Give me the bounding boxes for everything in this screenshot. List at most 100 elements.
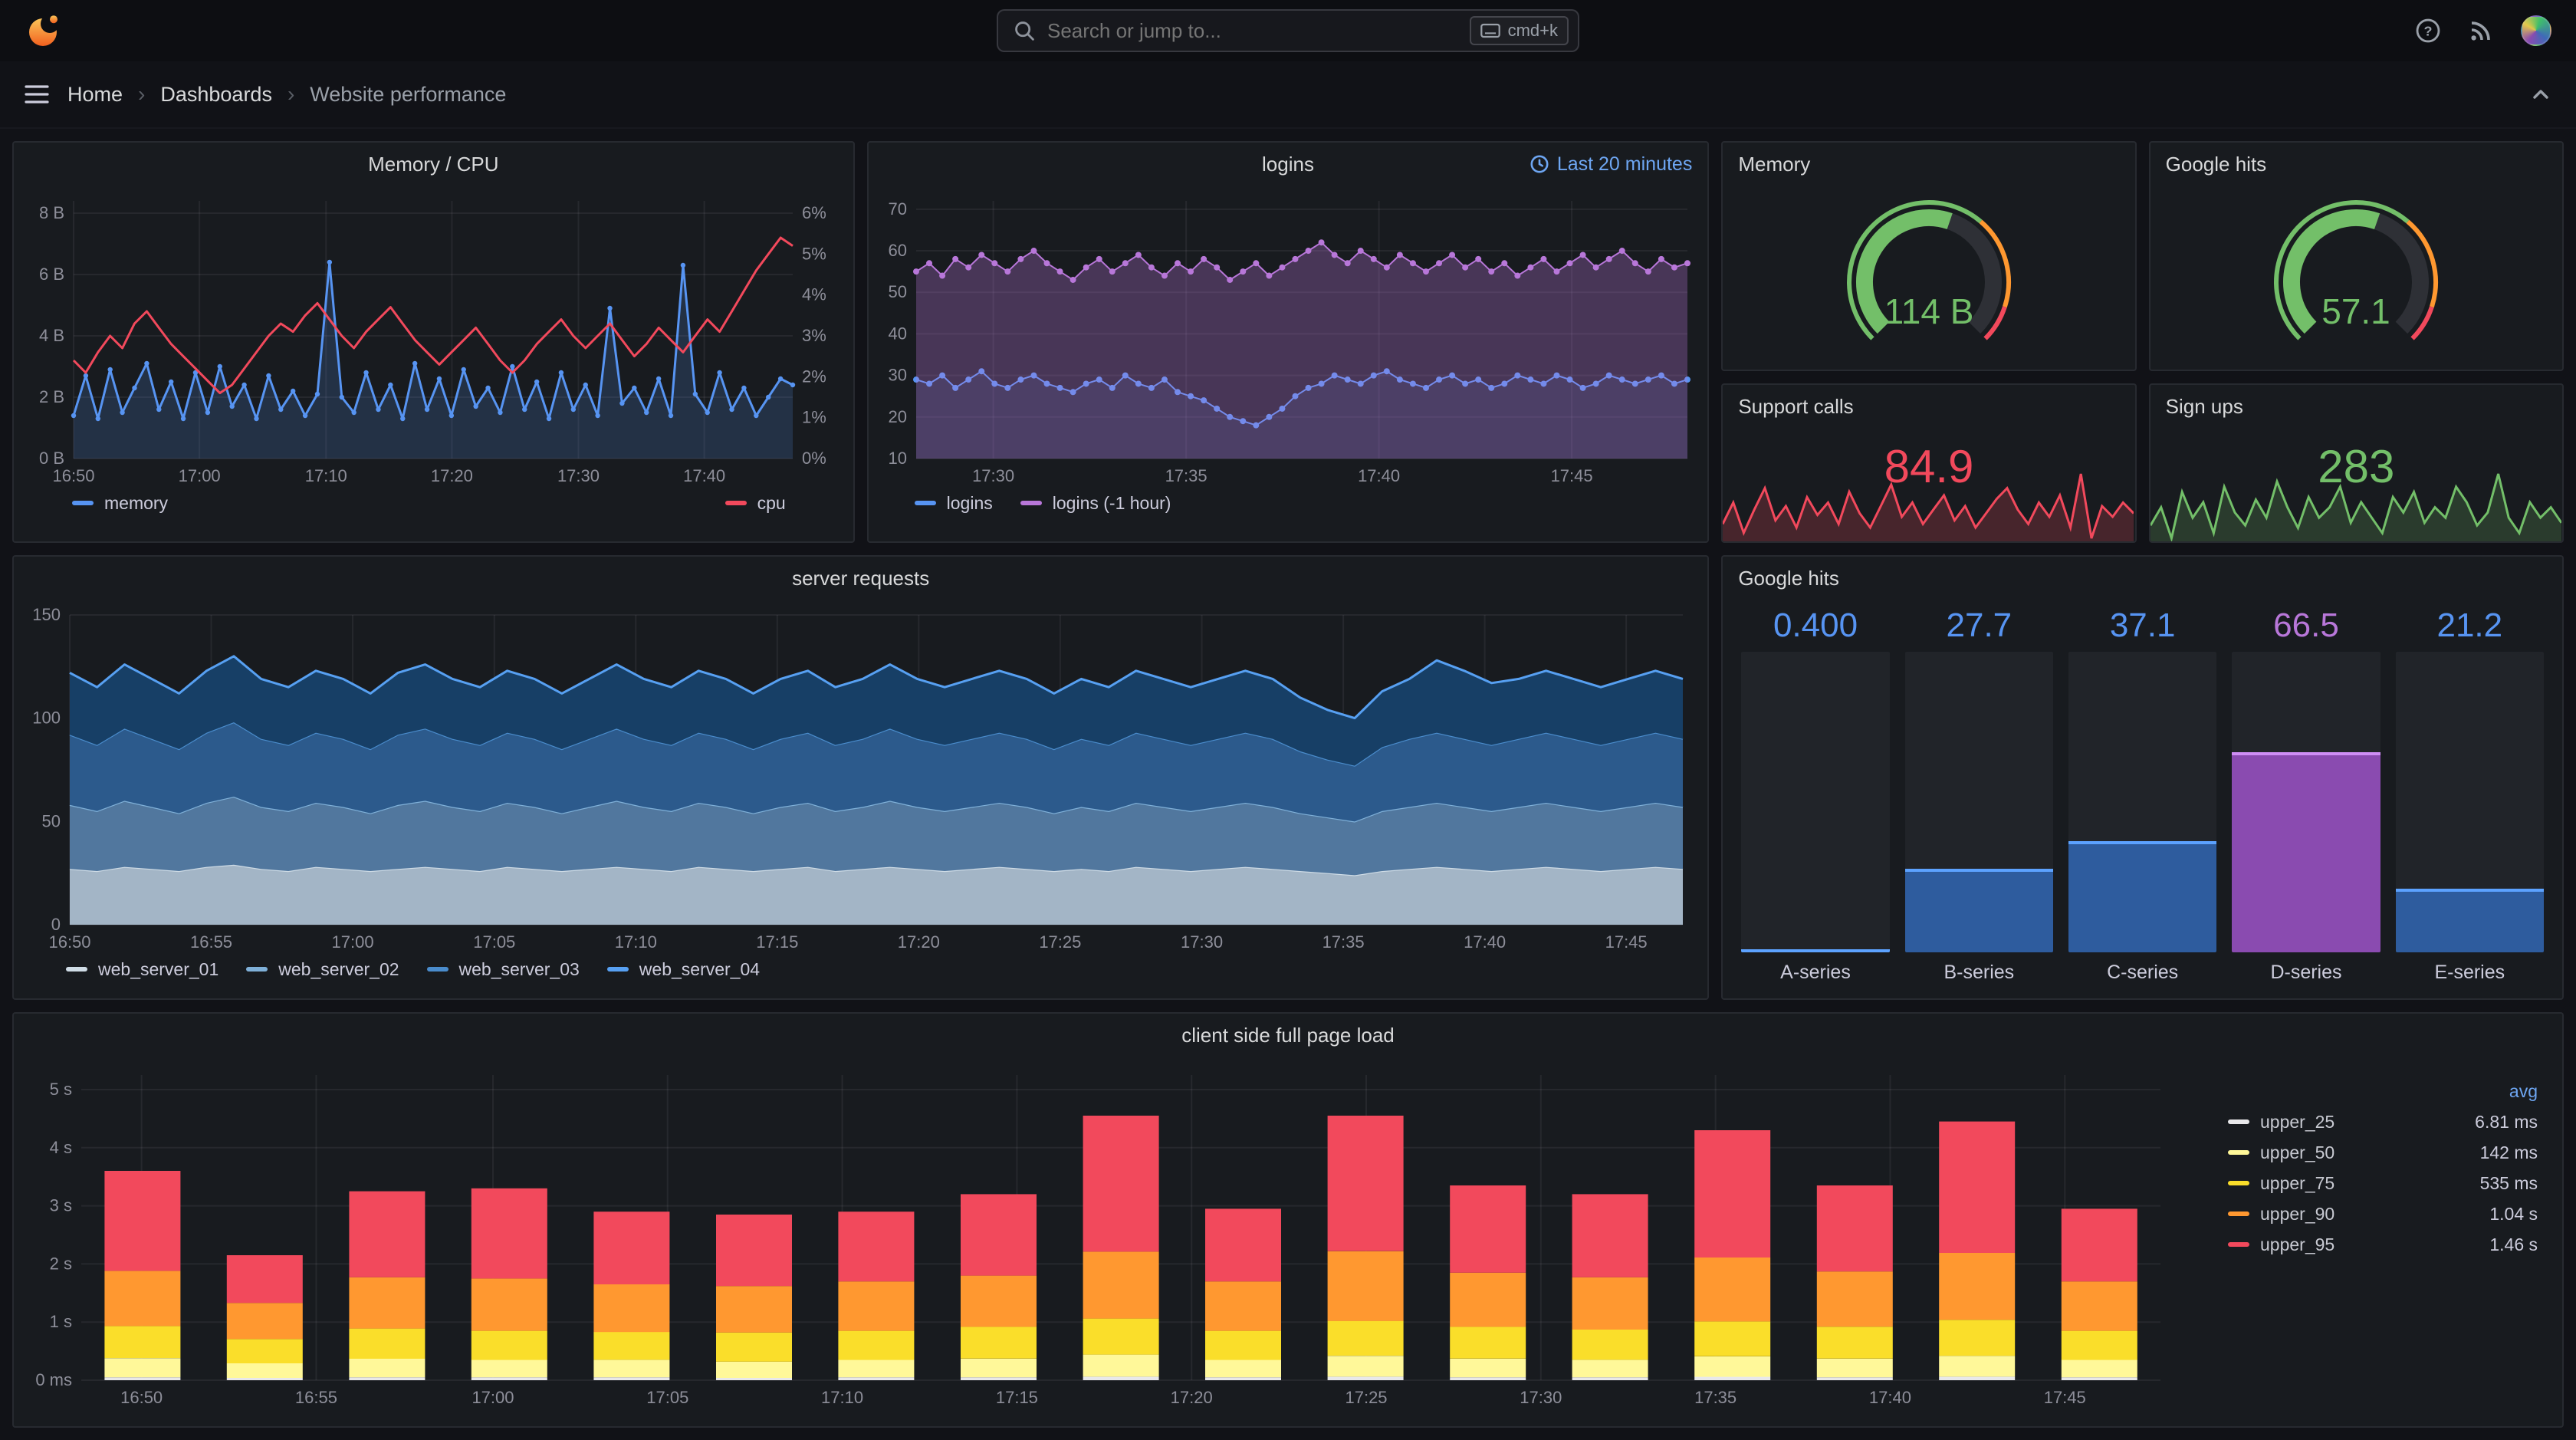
bar-gauge-a-series: 0.400 A-series bbox=[1741, 603, 1890, 986]
svg-text:17:30: 17:30 bbox=[1520, 1388, 1562, 1407]
legend-label: web_server_02 bbox=[278, 958, 399, 979]
bar-gauge-value: 66.5 bbox=[2273, 607, 2339, 644]
svg-text:17:00: 17:00 bbox=[179, 466, 221, 485]
svg-text:57.1: 57.1 bbox=[2322, 291, 2391, 331]
svg-text:1 s: 1 s bbox=[50, 1312, 72, 1331]
panel-memory-cpu-header[interactable]: Memory / CPU bbox=[14, 143, 853, 186]
svg-text:17:35: 17:35 bbox=[1694, 1388, 1737, 1407]
svg-text:0: 0 bbox=[51, 915, 60, 934]
bar-gauge-fill bbox=[2395, 888, 2544, 952]
svg-text:3%: 3% bbox=[802, 326, 826, 345]
legend-color-upper-50 bbox=[2228, 1150, 2249, 1155]
panel-server-requests-header[interactable]: server requests bbox=[14, 557, 1707, 600]
panel-title: Google hits bbox=[1738, 566, 1839, 590]
collapse-bar-button[interactable] bbox=[2530, 84, 2551, 105]
legend-item-web-server-04[interactable]: web_server_04 bbox=[606, 959, 760, 980]
panel-sign-ups-header[interactable]: Sign ups bbox=[2150, 385, 2562, 428]
svg-text:?: ? bbox=[2424, 23, 2433, 38]
bar-gauge-value: 0.400 bbox=[1773, 607, 1858, 644]
panel-support-calls-header[interactable]: Support calls bbox=[1723, 385, 2134, 428]
bar-gauge-category: E-series bbox=[2434, 962, 2505, 983]
legend-avg-header[interactable]: avg bbox=[2228, 1081, 2538, 1102]
svg-text:16:55: 16:55 bbox=[295, 1388, 337, 1407]
legend-label: logins (-1 hour) bbox=[1052, 492, 1171, 513]
svg-text:4%: 4% bbox=[802, 285, 826, 304]
svg-text:0 B: 0 B bbox=[39, 449, 64, 468]
legend-item-logins-1h[interactable]: logins (-1 hour) bbox=[1020, 493, 1171, 514]
svg-text:16:50: 16:50 bbox=[48, 932, 90, 952]
panel-google-hits-gauge-header[interactable]: Google hits bbox=[2150, 143, 2562, 186]
svg-text:17:15: 17:15 bbox=[756, 932, 798, 952]
memory-cpu-legend: memory cpu bbox=[14, 489, 853, 526]
legend-color-logins bbox=[914, 501, 936, 505]
panel-logins: logins Last 20 minutes 10 20 30 40 50 60 70 17:… bbox=[866, 141, 1710, 543]
grafana-logo[interactable] bbox=[25, 12, 61, 49]
news-button[interactable] bbox=[2469, 18, 2493, 43]
logins-chart[interactable]: 10 20 30 40 50 60 70 17:30 17:35 17:40 17:45 bbox=[870, 186, 1706, 489]
bar-gauge-value: 37.1 bbox=[2109, 607, 2176, 644]
panel-title: Memory bbox=[1738, 152, 1811, 176]
chevron-up-icon bbox=[2533, 90, 2548, 99]
panel-page-load-header[interactable]: client side full page load bbox=[14, 1014, 2562, 1057]
help-button[interactable]: ? bbox=[2415, 18, 2441, 44]
bar-gauge-track bbox=[1741, 652, 1890, 952]
panel-google-hits-bars-header[interactable]: Google hits bbox=[1723, 557, 2562, 600]
legend-item-upper-90[interactable]: upper_90 1.04 s bbox=[2228, 1198, 2538, 1229]
legend-item-logins[interactable]: logins bbox=[914, 492, 993, 514]
svg-text:17:00: 17:00 bbox=[331, 932, 373, 952]
menu-toggle-button[interactable] bbox=[25, 84, 49, 105]
search-input[interactable] bbox=[1047, 18, 1457, 43]
legend-item-cpu[interactable]: cpu bbox=[724, 492, 786, 514]
bar-gauge-value: 27.7 bbox=[1946, 607, 2013, 644]
legend-color-memory bbox=[72, 501, 94, 505]
legend-item-memory[interactable]: memory bbox=[72, 493, 168, 514]
legend-label: upper_50 bbox=[2260, 1142, 2335, 1162]
svg-text:16:50: 16:50 bbox=[120, 1388, 163, 1407]
svg-text:17:15: 17:15 bbox=[996, 1388, 1038, 1407]
legend-item-upper-95[interactable]: upper_95 1.46 s bbox=[2228, 1229, 2538, 1260]
panel-logins-header[interactable]: logins Last 20 minutes bbox=[869, 143, 1708, 186]
breadcrumb-dashboards[interactable]: Dashboards bbox=[160, 83, 272, 107]
svg-text:17:35: 17:35 bbox=[1322, 932, 1364, 952]
user-avatar[interactable] bbox=[2521, 15, 2551, 46]
panel-title: client side full page load bbox=[1181, 1023, 1395, 1047]
legend-item-web-server-03[interactable]: web_server_03 bbox=[426, 959, 580, 980]
legend-item-web-server-02[interactable]: web_server_02 bbox=[246, 959, 399, 980]
svg-text:17:20: 17:20 bbox=[431, 466, 473, 485]
panel-google-hits-gauge: Google hits 57.1 bbox=[2148, 141, 2564, 371]
clock-icon bbox=[1530, 155, 1549, 173]
legend-item-upper-75[interactable]: upper_75 535 ms bbox=[2228, 1168, 2538, 1198]
server-requests-legend: web_server_01 web_server_02 web_server_0… bbox=[14, 955, 1707, 992]
svg-text:6%: 6% bbox=[802, 203, 826, 222]
legend-item-web-server-01[interactable]: web_server_01 bbox=[66, 959, 219, 980]
sign-ups-value: 283 bbox=[2318, 441, 2395, 492]
legend-item-upper-25[interactable]: upper_25 6.81 ms bbox=[2228, 1106, 2538, 1137]
svg-text:17:05: 17:05 bbox=[473, 932, 515, 952]
top-bar-actions: ? bbox=[2415, 15, 2551, 46]
legend-label: logins bbox=[946, 492, 993, 513]
svg-text:5 s: 5 s bbox=[50, 1080, 72, 1099]
support-calls-value: 84.9 bbox=[1884, 441, 1974, 492]
legend-color-logins-1h bbox=[1020, 501, 1042, 505]
memory-gauge: 114 B bbox=[1847, 200, 2011, 340]
search-box[interactable]: cmd+k bbox=[997, 9, 1579, 52]
svg-text:0 ms: 0 ms bbox=[35, 1370, 72, 1389]
server-requests-chart[interactable]: 0 50 100 150 16:50 16:55 17:00 17:05 17:10 17:15 1… bbox=[18, 600, 1704, 955]
svg-text:17:45: 17:45 bbox=[2044, 1388, 2086, 1407]
legend-label: upper_75 bbox=[2260, 1172, 2335, 1193]
breadcrumb-home[interactable]: Home bbox=[67, 83, 123, 107]
svg-text:17:40: 17:40 bbox=[1358, 466, 1400, 485]
legend-value: 535 ms bbox=[2479, 1172, 2538, 1193]
panel-memory-gauge-header[interactable]: Memory bbox=[1723, 143, 2134, 186]
legend-label: upper_25 bbox=[2260, 1111, 2335, 1132]
dashboard: Memory / CPU 0 B 2 B 4 B 6 B 8 B 16:50 17:00 17… bbox=[0, 129, 2576, 1440]
page-load-chart[interactable]: 0 ms 1 s 2 s 3 s 4 s 5 s 16:50 16:55 17:00 17:05 1… bbox=[14, 1057, 2173, 1414]
legend-item-upper-50[interactable]: upper_50 142 ms bbox=[2228, 1137, 2538, 1168]
memory-cpu-chart[interactable]: 0 B 2 B 4 B 6 B 8 B 16:50 17:00 17:10 17:20 17:30… bbox=[15, 186, 851, 489]
bar-gauge-track bbox=[2068, 652, 2217, 952]
bar-gauge-category: C-series bbox=[2107, 962, 2179, 983]
svg-text:4 s: 4 s bbox=[50, 1138, 72, 1157]
legend-label: cpu bbox=[757, 492, 786, 513]
panel-time-override[interactable]: Last 20 minutes bbox=[1530, 143, 1692, 186]
bar-gauge-value: 21.2 bbox=[2436, 607, 2503, 644]
